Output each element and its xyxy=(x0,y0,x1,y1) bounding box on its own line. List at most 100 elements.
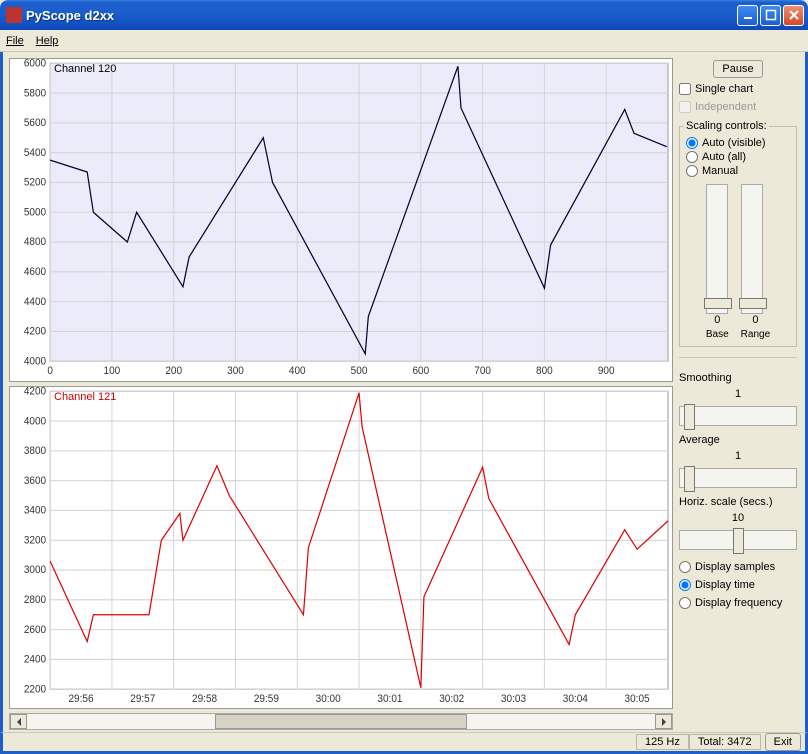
status-hz: 125 Hz xyxy=(636,734,689,750)
svg-text:4800: 4800 xyxy=(24,237,47,248)
single-chart-checkbox[interactable] xyxy=(679,83,691,95)
scaling-legend: Scaling controls: xyxy=(684,120,769,132)
svg-text:5000: 5000 xyxy=(24,207,47,218)
range-slider-thumb[interactable] xyxy=(739,298,767,309)
svg-text:4000: 4000 xyxy=(24,356,47,367)
independent-checkbox-row: Independent xyxy=(679,100,797,114)
display-samples-row[interactable]: Display samples xyxy=(679,560,797,574)
auto-all-radio[interactable] xyxy=(686,151,698,163)
scaling-controls-group: Scaling controls: Auto (visible) Auto (a… xyxy=(679,120,797,347)
svg-text:4400: 4400 xyxy=(24,297,47,308)
average-slider-thumb[interactable] xyxy=(684,466,695,492)
scroll-thumb[interactable] xyxy=(215,714,466,729)
scroll-right-button[interactable] xyxy=(655,714,672,729)
chart-121-title: Channel 121 xyxy=(54,391,116,403)
display-samples-radio[interactable] xyxy=(679,561,691,573)
horiz-scale-value: 10 xyxy=(679,512,797,524)
maximize-button[interactable] xyxy=(760,5,781,26)
charts-area: 4000 4200 4400 4600 4800 5000 5200 5400 5600 5800… xyxy=(3,52,675,732)
horiz-scale-label: Horiz. scale (secs.) xyxy=(679,496,797,508)
svg-text:5800: 5800 xyxy=(24,88,47,99)
manual-row[interactable]: Manual xyxy=(686,164,790,178)
auto-visible-row[interactable]: Auto (visible) xyxy=(686,136,790,150)
svg-text:100: 100 xyxy=(104,366,121,377)
smoothing-slider[interactable] xyxy=(679,406,797,426)
svg-text:3600: 3600 xyxy=(24,475,47,486)
display-frequency-label: Display frequency xyxy=(695,597,782,609)
svg-text:3800: 3800 xyxy=(24,445,47,456)
pause-button[interactable]: Pause xyxy=(713,60,762,78)
auto-visible-radio[interactable] xyxy=(686,137,698,149)
app-icon xyxy=(6,7,22,23)
display-samples-label: Display samples xyxy=(695,561,775,573)
svg-text:30:05: 30:05 xyxy=(625,693,650,704)
side-panel: Pause Single chart Independent Scaling c… xyxy=(675,52,805,732)
range-slider[interactable] xyxy=(741,184,763,314)
svg-text:5400: 5400 xyxy=(24,148,47,159)
svg-text:600: 600 xyxy=(412,366,429,377)
scroll-track[interactable] xyxy=(27,714,655,729)
smoothing-label: Smoothing xyxy=(679,372,797,384)
average-value: 1 xyxy=(679,450,797,462)
minimize-button[interactable] xyxy=(737,5,758,26)
statusbar: 125 Hz Total: 3472 Exit xyxy=(0,732,808,754)
chart-120-svg: 4000 4200 4400 4600 4800 5000 5200 5400 5600 5800… xyxy=(10,59,672,381)
close-button[interactable] xyxy=(783,5,804,26)
svg-text:3200: 3200 xyxy=(24,535,47,546)
independent-checkbox xyxy=(679,101,691,113)
svg-text:5600: 5600 xyxy=(24,118,47,129)
svg-text:500: 500 xyxy=(351,366,368,377)
svg-text:29:57: 29:57 xyxy=(130,693,155,704)
svg-text:30:02: 30:02 xyxy=(439,693,464,704)
average-slider[interactable] xyxy=(679,468,797,488)
average-label: Average xyxy=(679,434,797,446)
chart-channel-121: 2200240026002800300032003400360038004000… xyxy=(9,386,673,710)
manual-radio[interactable] xyxy=(686,165,698,177)
horiz-scale-slider-thumb[interactable] xyxy=(733,528,744,554)
menu-help-label: elp xyxy=(44,35,59,47)
svg-text:30:01: 30:01 xyxy=(377,693,402,704)
svg-text:900: 900 xyxy=(598,366,615,377)
svg-text:4000: 4000 xyxy=(24,416,47,427)
menu-help[interactable]: Help xyxy=(36,35,59,47)
exit-button[interactable]: Exit xyxy=(765,733,801,751)
display-time-row[interactable]: Display time xyxy=(679,578,797,592)
svg-text:3400: 3400 xyxy=(24,505,47,516)
scroll-left-button[interactable] xyxy=(10,714,27,729)
svg-text:29:58: 29:58 xyxy=(192,693,217,704)
menubar: File Help xyxy=(0,30,808,52)
svg-text:5200: 5200 xyxy=(24,177,47,188)
divider xyxy=(679,357,797,358)
base-label: Base xyxy=(706,329,729,340)
base-slider[interactable] xyxy=(706,184,728,314)
auto-all-row[interactable]: Auto (all) xyxy=(686,150,790,164)
range-value: 0 xyxy=(741,314,770,326)
display-frequency-radio[interactable] xyxy=(679,597,691,609)
display-time-radio[interactable] xyxy=(679,579,691,591)
single-chart-checkbox-row[interactable]: Single chart xyxy=(679,82,797,96)
base-slider-thumb[interactable] xyxy=(704,298,732,309)
independent-label: Independent xyxy=(695,101,756,113)
menu-file[interactable]: File xyxy=(6,35,24,47)
svg-text:29:59: 29:59 xyxy=(254,693,279,704)
horizontal-scrollbar[interactable] xyxy=(9,713,673,730)
svg-text:4600: 4600 xyxy=(24,267,47,278)
svg-text:30:03: 30:03 xyxy=(501,693,526,704)
horiz-scale-slider[interactable] xyxy=(679,530,797,550)
display-frequency-row[interactable]: Display frequency xyxy=(679,596,797,610)
manual-label: Manual xyxy=(702,165,738,177)
auto-all-label: Auto (all) xyxy=(702,151,746,163)
svg-text:6000: 6000 xyxy=(24,59,47,70)
smoothing-slider-thumb[interactable] xyxy=(684,404,695,430)
svg-text:2200: 2200 xyxy=(24,684,47,695)
window-titlebar: PyScope d2xx xyxy=(0,0,808,30)
svg-text:2400: 2400 xyxy=(24,654,47,665)
svg-text:29:56: 29:56 xyxy=(68,693,93,704)
svg-text:4200: 4200 xyxy=(24,387,47,398)
menu-file-label: ile xyxy=(13,35,24,47)
chart-121-svg: 2200240026002800300032003400360038004000… xyxy=(10,387,672,709)
svg-text:4200: 4200 xyxy=(24,326,47,337)
range-label: Range xyxy=(741,329,770,340)
svg-text:700: 700 xyxy=(474,366,491,377)
svg-text:3000: 3000 xyxy=(24,564,47,575)
